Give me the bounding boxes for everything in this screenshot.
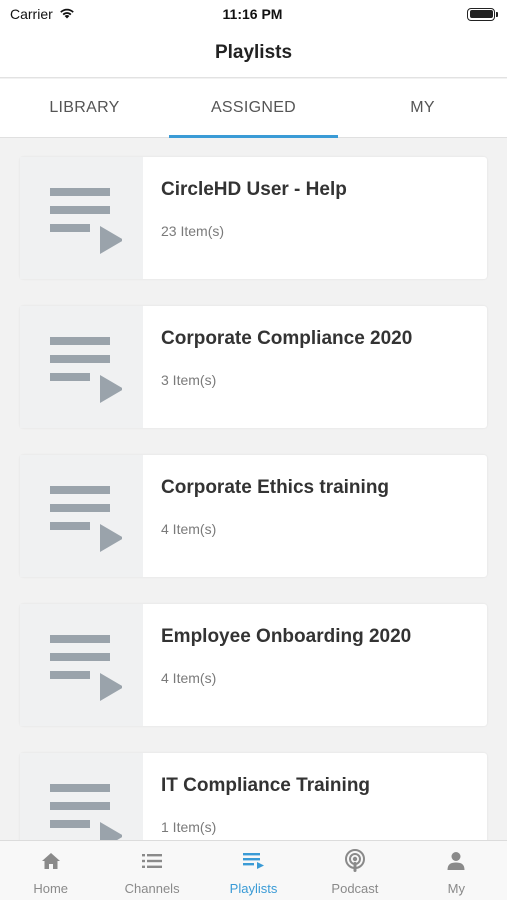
- person-icon: [446, 850, 466, 872]
- playlist-item-count: 3 Item(s): [161, 372, 217, 388]
- playlist-icon: [242, 850, 265, 872]
- tabbar-podcast[interactable]: Podcast: [304, 841, 405, 900]
- playlist-title: CircleHD User - Help: [161, 179, 347, 200]
- nav-bar: Playlists: [0, 28, 507, 78]
- battery-icon: [467, 7, 498, 21]
- playlist-thumbnail: [20, 157, 143, 279]
- playlist-icon: [49, 486, 122, 552]
- playlist-item-count: 4 Item(s): [161, 670, 217, 686]
- playlist-icon: [49, 635, 122, 701]
- page-title: Playlists: [214, 41, 293, 63]
- playlist-title: Corporate Compliance 2020: [161, 328, 413, 349]
- tabbar-home-label: Home: [33, 881, 69, 896]
- home-icon: [41, 850, 61, 872]
- segment-tabs: LIBRARY ASSIGNED MY: [0, 79, 507, 138]
- playlist-thumbnail: [20, 753, 143, 840]
- card-body: IT Compliance Training 1 Item(s): [143, 753, 487, 840]
- tab-assigned[interactable]: ASSIGNED: [169, 79, 338, 138]
- playlist-title: Employee Onboarding 2020: [161, 626, 412, 647]
- podcast-icon: [344, 849, 366, 872]
- tabbar-my-label: My: [447, 881, 465, 896]
- tabbar-channels-label: Channels: [124, 881, 180, 896]
- playlist-card[interactable]: Employee Onboarding 2020 4 Item(s): [20, 604, 487, 726]
- bottom-tab-bar: Home Channels Playlists Podcast My: [0, 840, 507, 900]
- playlist-card[interactable]: IT Compliance Training 1 Item(s): [20, 753, 487, 840]
- playlist-card[interactable]: Corporate Ethics training 4 Item(s): [20, 455, 487, 577]
- playlist-item-count: 23 Item(s): [161, 223, 225, 239]
- playlist-icon: [49, 188, 122, 254]
- status-left: Carrier: [10, 6, 160, 22]
- playlist-thumbnail: [20, 604, 143, 726]
- tabbar-podcast-label: Podcast: [331, 881, 379, 896]
- card-body: Corporate Ethics training 4 Item(s): [143, 455, 487, 577]
- playlist-card[interactable]: Corporate Compliance 2020 3 Item(s): [20, 306, 487, 428]
- playlist-icon: [49, 784, 122, 840]
- playlist-card[interactable]: CircleHD User - Help 23 Item(s): [20, 157, 487, 279]
- playlist-thumbnail: [20, 306, 143, 428]
- status-bar: Carrier 11:16 PM: [0, 0, 507, 28]
- status-right: [345, 7, 498, 21]
- playlist-item-count: 1 Item(s): [161, 819, 217, 835]
- card-body: CircleHD User - Help 23 Item(s): [143, 157, 487, 279]
- tabbar-home[interactable]: Home: [0, 841, 101, 900]
- playlist-item-count: 4 Item(s): [161, 521, 217, 537]
- tabbar-playlists[interactable]: Playlists: [203, 841, 304, 900]
- status-time: 11:16 PM: [222, 6, 283, 22]
- tabbar-my[interactable]: My: [406, 841, 507, 900]
- playlist-title: Corporate Ethics training: [161, 477, 390, 498]
- tab-my[interactable]: MY: [338, 79, 507, 137]
- playlist-icon: [49, 337, 122, 403]
- list-icon: [142, 850, 163, 872]
- carrier-label: Carrier: [10, 6, 53, 22]
- tabbar-channels[interactable]: Channels: [101, 841, 202, 900]
- playlist-thumbnail: [20, 455, 143, 577]
- tab-library[interactable]: LIBRARY: [0, 79, 169, 137]
- tabbar-playlists-label: Playlists: [229, 881, 278, 896]
- playlist-list[interactable]: CircleHD User - Help 23 Item(s) Corporat…: [0, 139, 507, 840]
- card-body: Employee Onboarding 2020 4 Item(s): [143, 604, 487, 726]
- playlist-title: IT Compliance Training: [161, 775, 371, 796]
- card-body: Corporate Compliance 2020 3 Item(s): [143, 306, 487, 428]
- wifi-icon: [59, 6, 75, 22]
